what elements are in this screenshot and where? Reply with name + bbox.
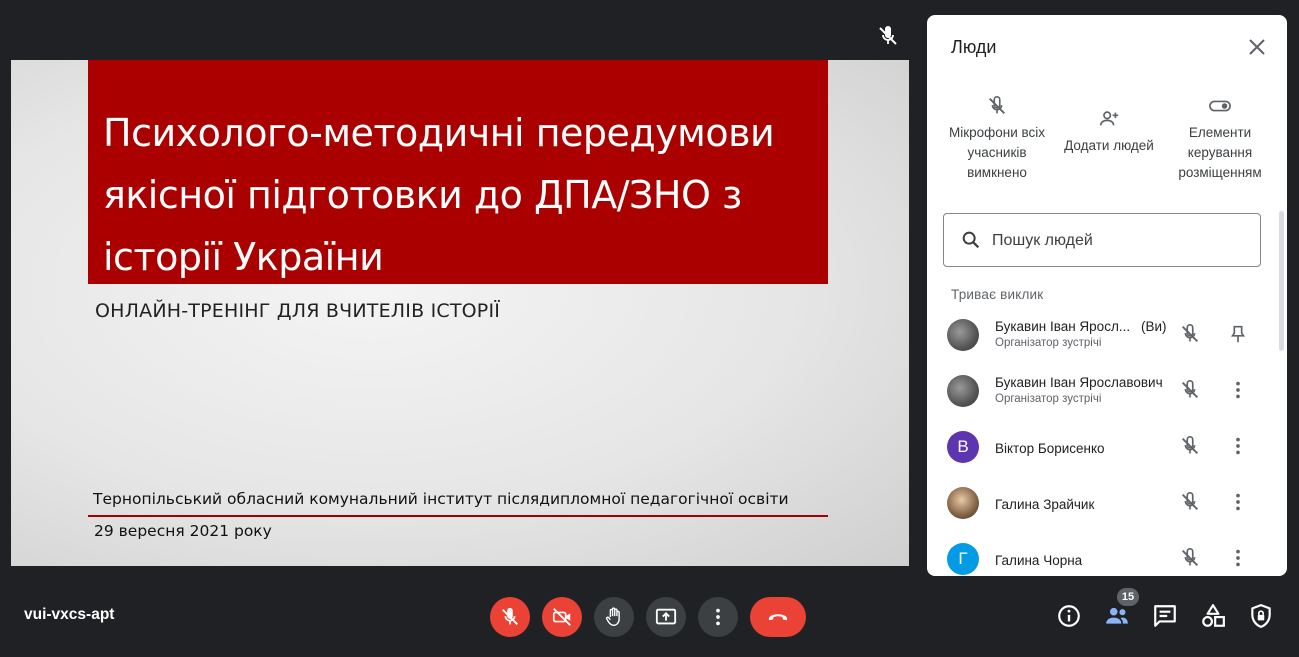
avatar: В	[947, 431, 979, 463]
presenter-mic-off-icon	[879, 26, 897, 45]
search-box[interactable]	[943, 213, 1261, 267]
participant-name: Букавин Іван Ярославович	[995, 375, 1163, 390]
more-options-icon	[716, 608, 720, 626]
mic-toggle-button[interactable]	[490, 597, 530, 637]
mic-off-icon	[989, 96, 1005, 114]
slide-subtitle: ОНЛАЙН-ТРЕНІНГ ДЛЯ ВЧИТЕЛІВ ІСТОРІЇ	[95, 300, 501, 322]
camera-off-icon	[552, 608, 571, 626]
participant-row: Букавин Іван Яросл... (Ви) Організатор з…	[927, 309, 1277, 365]
pin-icon[interactable]	[1227, 323, 1249, 345]
chat-icon[interactable]	[1152, 603, 1178, 629]
end-call-button[interactable]	[750, 597, 806, 637]
present-screen-icon	[655, 608, 677, 625]
participant-name: Букавин Іван Яросл...	[995, 319, 1131, 334]
mic-off-icon	[502, 607, 518, 625]
participant-row: Галина Зрайчик	[927, 477, 1277, 533]
add-person-icon	[1099, 111, 1119, 126]
add-people-label: Додати людей	[1064, 138, 1154, 153]
present-screen-button[interactable]	[646, 597, 686, 637]
mute-all-label: Мікрофони всіх учасників вимкнено	[948, 125, 1046, 180]
slide-date: 29 вересня 2021 року	[94, 522, 272, 540]
slide-divider	[88, 515, 828, 517]
participant-role: Організатор зустрічі	[995, 337, 1102, 349]
more-vert-icon[interactable]	[1227, 547, 1249, 569]
host-controls-icon[interactable]	[1248, 603, 1274, 629]
mic-off-icon	[1182, 548, 1198, 566]
activities-icon[interactable]	[1200, 603, 1226, 629]
more-vert-icon[interactable]	[1227, 491, 1249, 513]
end-call-icon	[768, 614, 788, 621]
raise-hand-button[interactable]	[594, 597, 634, 637]
participant-name: Галина Чорна	[995, 553, 1083, 568]
participant-role: Організатор зустрічі	[995, 393, 1102, 405]
people-icon[interactable]	[1104, 603, 1130, 629]
host-controls-button[interactable]: Елементи керування розміщенням	[1163, 95, 1277, 183]
participant-row: Г Галина Чорна	[927, 533, 1277, 576]
more-vert-icon[interactable]	[1227, 435, 1249, 457]
participant-name: Галина Зрайчик	[995, 497, 1095, 512]
panel-title: Люди	[951, 37, 997, 57]
search-icon	[962, 231, 980, 249]
raise-hand-icon	[605, 607, 620, 626]
avatar	[947, 319, 979, 351]
toggle-icon	[1209, 100, 1231, 112]
info-icon[interactable]	[1056, 603, 1082, 629]
scrollbar[interactable]	[1279, 211, 1284, 351]
slide-institution: Тернопільський обласний комунальний інст…	[93, 490, 789, 508]
search-input[interactable]	[990, 226, 1254, 256]
people-count-badge: 15	[1117, 588, 1139, 606]
more-vert-icon[interactable]	[1227, 379, 1249, 401]
you-label: (Ви)	[1141, 319, 1167, 334]
mute-all-status[interactable]: Мікрофони всіх учасників вимкнено	[937, 95, 1057, 183]
mic-off-icon	[1182, 492, 1198, 510]
meeting-code: vui-vxcs-apt	[24, 606, 115, 623]
avatar	[947, 487, 979, 519]
participant-row: Букавин Іван Ярославович Організатор зус…	[927, 365, 1277, 421]
slide-title-box: Психолого-методичні передумови якісної п…	[88, 60, 828, 284]
more-options-button[interactable]	[698, 597, 738, 637]
participant-row: В Віктор Борисенко	[927, 421, 1277, 477]
avatar: Г	[947, 543, 979, 575]
mic-off-icon	[1182, 436, 1198, 454]
mic-off-icon	[1182, 324, 1198, 342]
mic-off-icon	[1182, 380, 1198, 398]
add-people-button[interactable]: Додати людей	[1059, 108, 1159, 156]
people-panel: Люди Мікрофони всіх учасників вимкнено Д…	[927, 15, 1287, 576]
close-icon[interactable]	[1245, 35, 1269, 59]
section-label: Триває виклик	[951, 287, 1044, 302]
participant-name: Віктор Борисенко	[995, 441, 1105, 456]
camera-toggle-button[interactable]	[542, 597, 582, 637]
presentation-slide: Психолого-методичні передумови якісної п…	[11, 60, 909, 566]
slide-title: Психолого-методичні передумови якісної п…	[103, 111, 775, 279]
avatar	[947, 375, 979, 407]
host-controls-label: Елементи керування розміщенням	[1178, 125, 1262, 180]
